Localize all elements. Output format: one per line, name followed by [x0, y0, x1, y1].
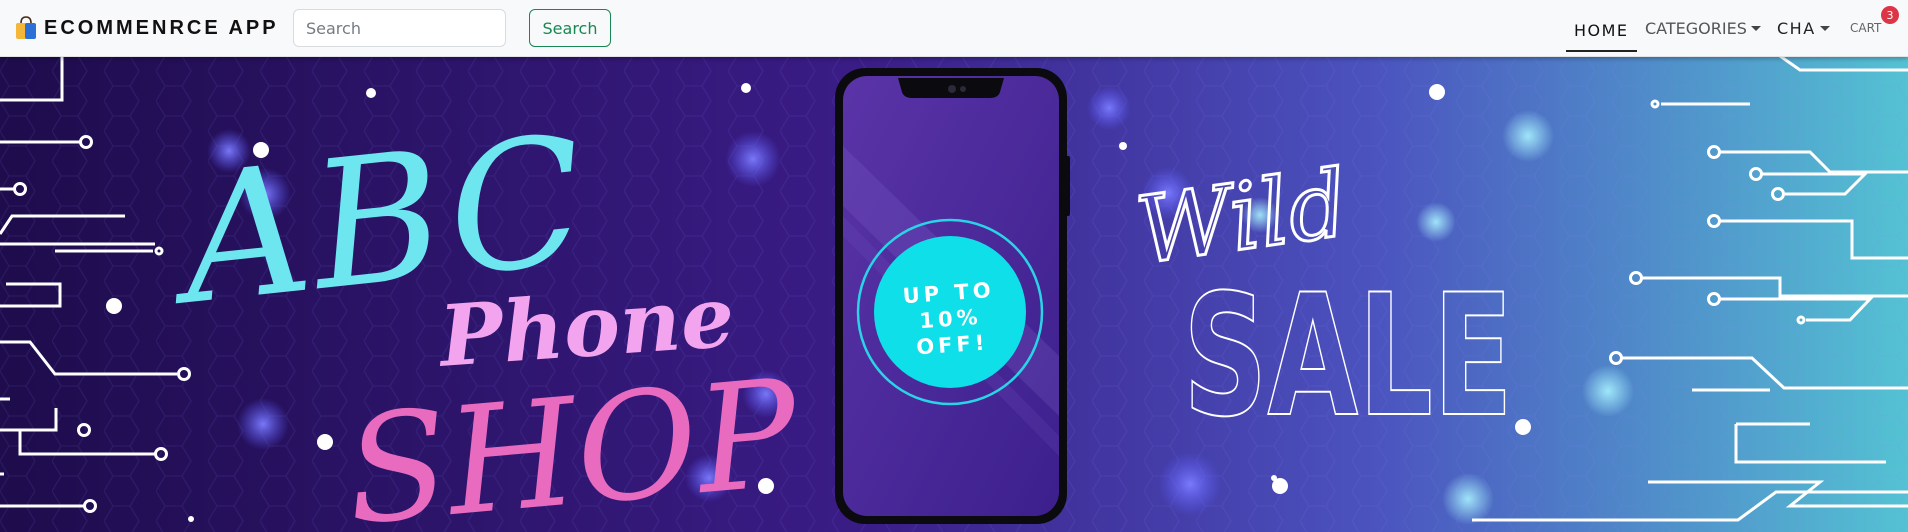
nav-item-categories[interactable]: CATEGORIES	[1645, 0, 1761, 56]
brand[interactable]: ECOMMENRCE APP	[14, 14, 279, 42]
nav-item-cart: CART	[1850, 0, 1881, 56]
caret-down-icon	[1750, 25, 1761, 31]
offer-line-3: OFF!	[915, 330, 989, 359]
banner-graphic: ABC Phone SHOP UP TO 10% OFF! Wild SALE	[0, 56, 1908, 532]
nav-link-categories: CATEGORIES	[1645, 18, 1747, 38]
brand-name: ECOMMENRCE APP	[44, 16, 279, 39]
nav-item-cha[interactable]: CHA	[1777, 0, 1830, 56]
banner-sale-text: SALE	[1183, 258, 1513, 454]
nav-link-cart[interactable]: CART	[1850, 21, 1881, 35]
offer-line-2: 10%	[919, 305, 983, 333]
nav-item-home: HOME	[1566, 0, 1637, 56]
nav-link-cha: CHA	[1777, 18, 1816, 38]
hero-banner[interactable]: ABC Phone SHOP UP TO 10% OFF! Wild SALE	[0, 56, 1908, 532]
nav-link-home[interactable]: HOME	[1566, 4, 1637, 52]
navbar: ECOMMENRCE APP Search HOME CATEGORIES CH…	[0, 0, 1908, 57]
cart-count-badge: 3	[1881, 6, 1899, 24]
caret-down-icon	[1819, 25, 1830, 31]
shopping-bag-icon	[16, 16, 36, 39]
smartphone-graphic: UP TO 10% OFF!	[835, 68, 1070, 524]
search-button[interactable]: Search	[529, 9, 611, 47]
search-input[interactable]	[293, 9, 506, 47]
